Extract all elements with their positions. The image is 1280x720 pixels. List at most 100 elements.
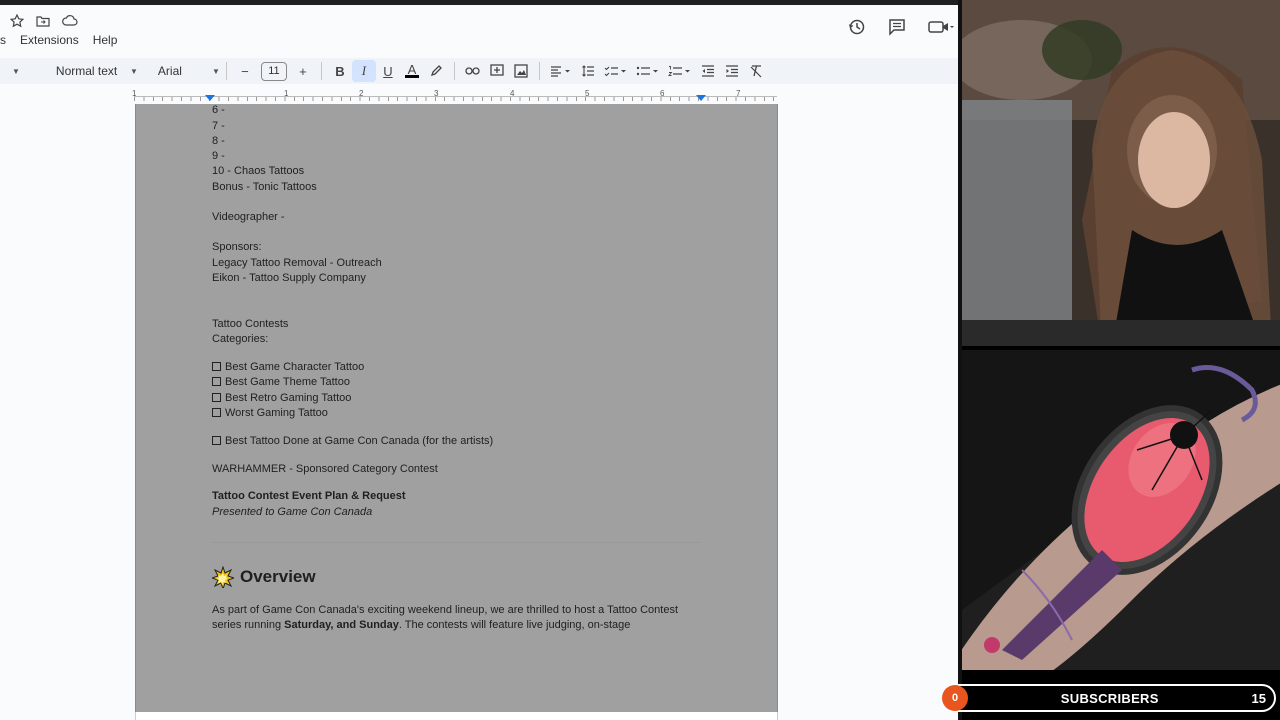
doc-line: 9 - xyxy=(212,150,225,162)
checklist-item[interactable]: Best Retro Gaming Tattoo xyxy=(212,392,351,404)
left-indent-marker[interactable] xyxy=(205,95,215,101)
paragraph-text: series running xyxy=(212,619,285,631)
clear-formatting-icon xyxy=(750,65,762,78)
decrease-indent-icon xyxy=(701,65,714,77)
document-page[interactable]: 6 - 7 - 8 - 9 - 10 - Chaos Tattoos Bonus… xyxy=(135,104,778,712)
checklist-item[interactable]: Best Tattoo Done at Game Con Canada (for… xyxy=(212,435,493,447)
collapse-caret-icon[interactable]: ▼ xyxy=(8,60,20,82)
checklist-item[interactable]: Best Game Character Tattoo xyxy=(212,361,364,373)
menu-item-help[interactable]: Help xyxy=(93,33,118,47)
numbered-list-button[interactable] xyxy=(664,60,696,82)
checklist-item-label: Best Tattoo Done at Game Con Canada (for… xyxy=(225,435,494,447)
menu-bar: s Extensions Help xyxy=(0,33,117,47)
text-color-icon: A xyxy=(407,62,417,77)
menu-item-tools-partial[interactable]: s xyxy=(0,33,6,47)
text-color-swatch xyxy=(404,75,419,78)
doc-line: Bonus - Tonic Tattoos xyxy=(212,181,317,193)
checkbox-icon[interactable] xyxy=(212,436,221,445)
plan-title: Tattoo Contest Event Plan & Request xyxy=(212,490,406,502)
checklist-item[interactable]: Worst Gaming Tattoo xyxy=(212,407,328,419)
increase-font-size-button[interactable]: + xyxy=(291,60,315,82)
checklist-item-label: Best Retro Gaming Tattoo xyxy=(225,392,352,404)
next-page-edge xyxy=(135,712,778,720)
decrease-font-size-button[interactable]: − xyxy=(233,60,257,82)
decrease-indent-button[interactable] xyxy=(696,60,720,82)
plus-icon: + xyxy=(299,63,307,79)
checkbox-icon[interactable] xyxy=(212,362,221,371)
comments-icon[interactable] xyxy=(888,18,906,36)
checklist-item[interactable]: Best Game Theme Tattoo xyxy=(212,376,350,388)
highlighter-icon xyxy=(430,65,442,77)
bulleted-list-icon xyxy=(636,66,658,76)
horizontal-ruler[interactable]: 1 1 2 3 4 5 6 7 xyxy=(0,88,960,104)
plan-subtitle: Presented to Game Con Canada xyxy=(212,506,373,518)
font-label: Arial xyxy=(157,64,182,78)
add-comment-icon xyxy=(490,64,504,76)
italic-icon: I xyxy=(361,63,367,78)
google-docs-window: s Extensions Help ▼ Normal text ▼ Arial … xyxy=(0,0,960,720)
increase-indent-icon xyxy=(725,65,738,77)
numbered-list-icon xyxy=(667,66,690,76)
highlight-color-button[interactable] xyxy=(424,60,448,82)
tattoo-image xyxy=(962,350,1280,670)
font-size-input[interactable]: 11 xyxy=(260,61,287,81)
paragraph-style-label: Normal text xyxy=(55,64,118,78)
add-comment-button[interactable] xyxy=(485,60,509,82)
toolbar-divider xyxy=(320,62,322,80)
bulleted-list-button[interactable] xyxy=(632,60,664,82)
checkbox-icon[interactable] xyxy=(212,377,221,386)
move-folder-icon[interactable] xyxy=(36,14,50,28)
paragraph-style-select[interactable]: Normal text ▼ xyxy=(56,60,138,82)
version-history-icon[interactable] xyxy=(848,18,866,36)
underline-icon: U xyxy=(383,63,393,79)
browser-top-edge xyxy=(0,0,960,5)
meet-camera-icon[interactable] xyxy=(928,18,954,36)
line-spacing-button[interactable] xyxy=(576,60,600,82)
line-spacing-icon xyxy=(582,65,594,77)
cloud-saved-icon[interactable] xyxy=(62,14,78,28)
subscribers-label: SUBSCRIBERS xyxy=(1060,690,1159,706)
star-icon[interactable] xyxy=(9,13,25,28)
image-icon xyxy=(514,64,528,78)
text-color-button[interactable]: A xyxy=(400,60,424,82)
overview-paragraph-line: As part of Game Con Canada's exciting we… xyxy=(212,604,678,616)
ruler-number: 7 xyxy=(736,89,741,98)
font-select[interactable]: Arial ▼ xyxy=(158,60,220,82)
webcam-image xyxy=(962,0,1280,346)
align-left-icon xyxy=(550,66,570,77)
doc-title-icons xyxy=(9,13,78,28)
checklist-button[interactable] xyxy=(600,60,632,82)
webcam-feed xyxy=(962,0,1280,346)
right-indent-marker[interactable] xyxy=(696,95,706,101)
header-actions xyxy=(848,18,954,36)
paragraph-bold-text: Saturday, and Sunday xyxy=(284,619,399,631)
bold-icon: B xyxy=(335,63,345,79)
underline-button[interactable]: U xyxy=(376,60,400,82)
toolbar-divider xyxy=(538,62,540,80)
doc-line: Eikon - Tattoo Supply Company xyxy=(212,272,366,284)
doc-line: Categories: xyxy=(212,333,269,345)
checklist-icon xyxy=(604,66,626,77)
overview-paragraph-line: series running Saturday, and Sunday. The… xyxy=(212,619,630,631)
align-button[interactable] xyxy=(546,60,576,82)
clear-formatting-button[interactable] xyxy=(744,60,768,82)
ruler-scale xyxy=(134,96,777,104)
menu-item-extensions[interactable]: Extensions xyxy=(20,33,79,47)
checkbox-icon[interactable] xyxy=(212,393,221,402)
toolbar-divider xyxy=(453,62,455,80)
insert-link-button[interactable] xyxy=(461,60,485,82)
minus-icon: − xyxy=(241,63,249,79)
checklist-item-label: Best Game Character Tattoo xyxy=(225,361,365,373)
doc-line: 10 - Chaos Tattoos xyxy=(212,165,305,177)
checkbox-icon[interactable] xyxy=(212,408,221,417)
increase-indent-button[interactable] xyxy=(720,60,744,82)
tattoo-photo xyxy=(962,350,1280,670)
horizontal-rule xyxy=(212,542,700,543)
insert-image-button[interactable] xyxy=(509,60,533,82)
warhammer-line: WARHAMMER - Sponsored Category Contest xyxy=(212,463,438,475)
bold-button[interactable]: B xyxy=(328,60,352,82)
doc-line: 8 - xyxy=(212,135,225,147)
overview-heading: Overview xyxy=(212,566,316,588)
italic-button[interactable]: I xyxy=(351,60,376,82)
doc-line: Videographer - xyxy=(212,211,285,223)
